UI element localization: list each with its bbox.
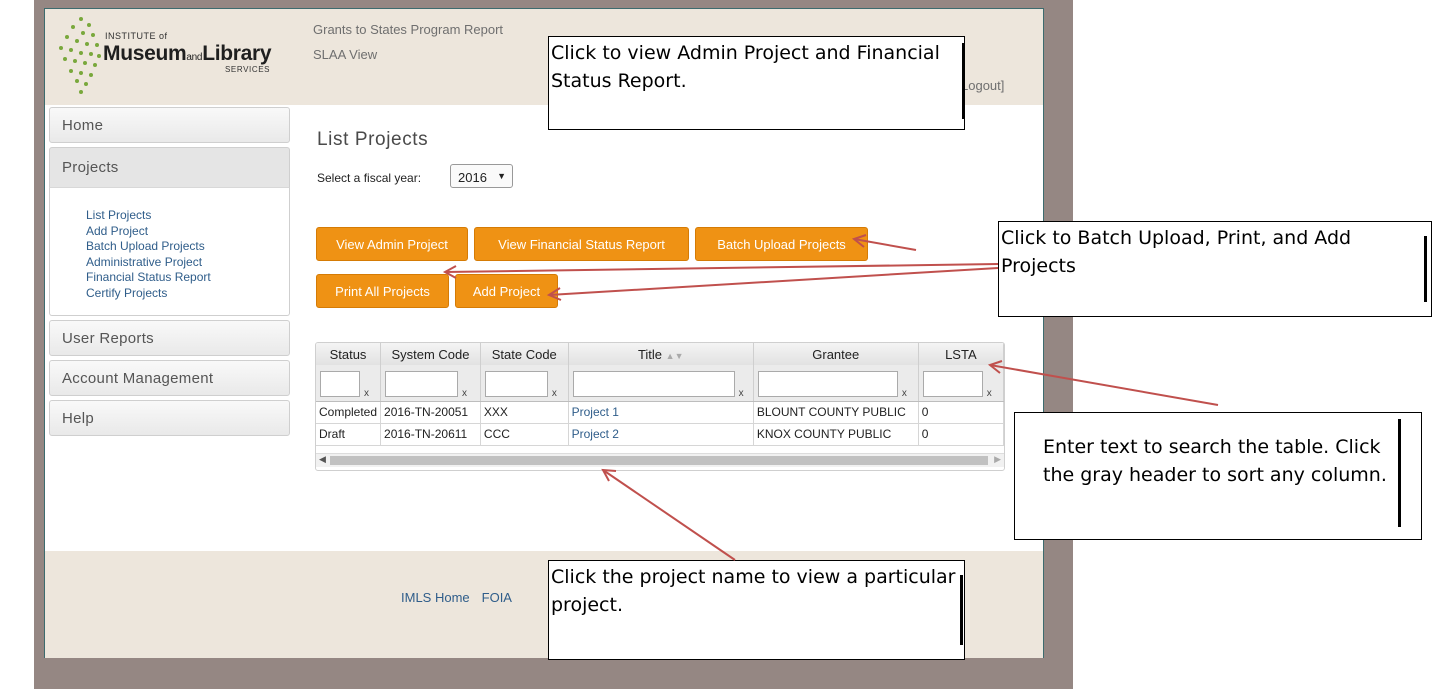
batch-upload-projects-button[interactable]: Batch Upload Projects: [695, 227, 868, 261]
clear-filter-icon[interactable]: x: [902, 388, 907, 399]
scrollbar-thumb[interactable]: [330, 456, 988, 465]
filter-cell-system-code: x: [380, 365, 481, 402]
imls-logo[interactable]: INSTITUTE of MuseumandLibrary SERVICES: [57, 15, 277, 97]
project-link[interactable]: Project 1: [572, 405, 619, 419]
table-row: Draft 2016-TN-20611 CCC Project 2 KNOX C…: [316, 423, 1004, 446]
sidebar-item-projects[interactable]: Projects: [49, 147, 290, 187]
col-header-status[interactable]: Status: [316, 343, 382, 365]
sidebar-nav: Home Projects List Projects Add Project …: [49, 107, 290, 440]
projects-table-container: Status System Code State Code Title ▲▼ G…: [315, 342, 1005, 471]
logo-services-text: SERVICES: [225, 65, 271, 74]
cell-title: Project 2: [568, 423, 754, 446]
filter-input-status[interactable]: [320, 371, 360, 397]
filter-input-system-code[interactable]: [385, 371, 459, 397]
filter-cell-lsta: x: [918, 365, 1004, 402]
subnav-administrative-project[interactable]: Administrative Project: [86, 255, 289, 271]
program-title: Grants to States Program Report: [313, 22, 504, 37]
view-financial-status-report-button[interactable]: View Financial Status Report: [474, 227, 689, 261]
callout-bar: [962, 43, 965, 119]
cell-system-code: 2016-TN-20611: [380, 423, 481, 446]
filter-input-grantee[interactable]: [757, 371, 898, 397]
col-header-system-code[interactable]: System Code: [380, 343, 481, 365]
logo-wordmark: MuseumandLibrary: [103, 42, 272, 65]
fiscal-year-select[interactable]: 2016 ▼: [450, 164, 513, 188]
scroll-left-icon[interactable]: ◀: [319, 454, 326, 465]
cell-state-code: XXX: [480, 401, 569, 424]
callout-admin-fsr: Click to view Admin Project and Financia…: [548, 36, 965, 130]
cell-state-code: CCC: [480, 423, 569, 446]
subnav-add-project[interactable]: Add Project: [86, 224, 289, 240]
footer-links: IMLS Home FOIA: [401, 590, 524, 605]
callout-text: Click to view Admin Project and Financia…: [551, 42, 940, 92]
cell-status: Draft: [316, 423, 382, 446]
chevron-down-icon: ▼: [497, 171, 506, 181]
subnav-list-projects[interactable]: List Projects: [86, 208, 289, 224]
logo-institute-text: INSTITUTE of: [105, 31, 168, 41]
col-header-state-code[interactable]: State Code: [480, 343, 569, 365]
filter-cell-status: x: [316, 365, 382, 402]
horizontal-scrollbar[interactable]: ◀ ▶: [316, 453, 1004, 467]
projects-table: Status System Code State Code Title ▲▼ G…: [316, 343, 1004, 446]
filter-cell-state-code: x: [480, 365, 569, 402]
callout-project-name: Click the project name to view a particu…: [548, 560, 965, 660]
logo-dots-icon: [57, 15, 107, 97]
callout-text: Enter text to search the table. Click th…: [1043, 436, 1387, 486]
callout-bar: [1398, 419, 1401, 527]
cell-lsta: 0: [918, 401, 1004, 424]
col-header-lsta[interactable]: LSTA: [918, 343, 1004, 365]
callout-search-sort: Enter text to search the table. Click th…: [1014, 412, 1422, 540]
filter-input-lsta[interactable]: [922, 371, 983, 397]
view-admin-project-button[interactable]: View Admin Project: [316, 227, 468, 261]
sidebar-item-home[interactable]: Home: [49, 107, 290, 143]
callout-bar: [960, 575, 963, 645]
sidebar-item-help[interactable]: Help: [49, 400, 290, 436]
sort-icon: ▲▼: [665, 350, 684, 361]
foia-link[interactable]: FOIA: [482, 590, 512, 605]
cell-title: Project 1: [568, 401, 754, 424]
sidebar-item-account-management[interactable]: Account Management: [49, 360, 290, 396]
cell-grantee: KNOX COUNTY PUBLIC: [753, 423, 919, 446]
projects-submenu: List Projects Add Project Batch Upload P…: [49, 187, 290, 316]
table-row: Completed 2016-TN-20051 XXX Project 1 BL…: [316, 401, 1004, 424]
filter-cell-grantee: x: [753, 365, 919, 402]
subnav-batch-upload[interactable]: Batch Upload Projects: [86, 239, 289, 255]
subnav-certify-projects[interactable]: Certify Projects: [86, 286, 289, 302]
clear-filter-icon[interactable]: x: [364, 388, 369, 399]
clear-filter-icon[interactable]: x: [739, 388, 744, 399]
clear-filter-icon[interactable]: x: [462, 388, 467, 399]
add-project-button[interactable]: Add Project: [455, 274, 558, 308]
callout-bar: [1424, 236, 1427, 302]
sidebar-item-user-reports[interactable]: User Reports: [49, 320, 290, 356]
clear-filter-icon[interactable]: x: [552, 388, 557, 399]
scroll-right-icon[interactable]: ▶: [994, 454, 1001, 465]
callout-text: Click the project name to view a particu…: [551, 566, 956, 616]
cell-system-code: 2016-TN-20051: [380, 401, 481, 424]
cell-status: Completed: [316, 401, 382, 424]
callout-batch-print-add: Click to Batch Upload, Print, and Add Pr…: [998, 221, 1432, 317]
callout-text: Click to Batch Upload, Print, and Add Pr…: [1001, 227, 1352, 277]
print-all-projects-button[interactable]: Print All Projects: [316, 274, 449, 308]
col-header-grantee[interactable]: Grantee: [753, 343, 919, 365]
filter-cell-title: x: [568, 365, 754, 402]
fiscal-year-label: Select a fiscal year:: [317, 171, 422, 185]
logout-link[interactable]: Logout]: [961, 78, 1004, 93]
filter-input-title[interactable]: [572, 371, 735, 397]
imls-home-link[interactable]: IMLS Home: [401, 590, 470, 605]
page-title: List Projects: [317, 129, 429, 150]
cell-grantee: BLOUNT COUNTY PUBLIC: [753, 401, 919, 424]
view-label: SLAA View: [313, 47, 378, 62]
subnav-financial-status-report[interactable]: Financial Status Report: [86, 270, 289, 286]
col-header-title[interactable]: Title ▲▼: [568, 343, 754, 365]
project-link[interactable]: Project 2: [572, 427, 619, 441]
cell-lsta: 0: [918, 423, 1004, 446]
clear-filter-icon[interactable]: x: [987, 388, 992, 399]
filter-input-state-code[interactable]: [484, 371, 548, 397]
